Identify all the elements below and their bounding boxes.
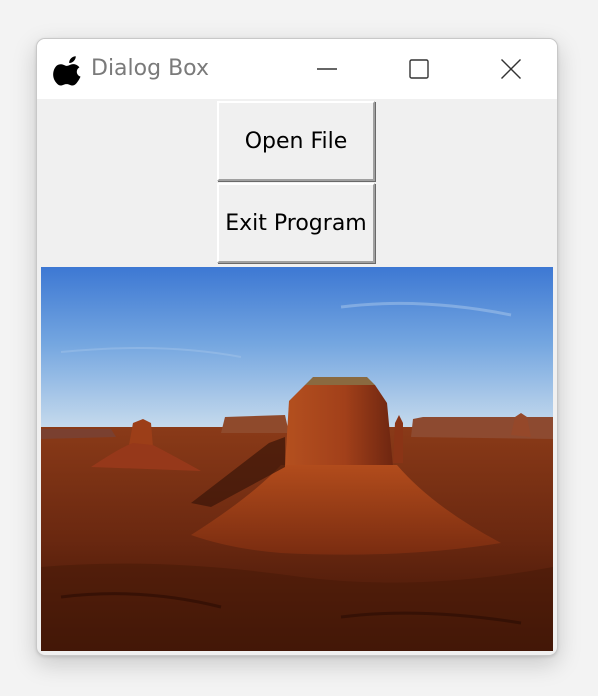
apple-icon	[53, 56, 81, 86]
desert-landscape-image	[41, 267, 553, 651]
maximize-icon	[409, 59, 429, 79]
dialog-window: Dialog Box Open File Exit Program	[36, 38, 558, 656]
close-icon	[501, 59, 521, 79]
minimize-button[interactable]	[281, 39, 373, 99]
maximize-button[interactable]	[373, 39, 465, 99]
window-title: Dialog Box	[91, 56, 209, 81]
title-bar[interactable]: Dialog Box	[37, 39, 557, 99]
close-button[interactable]	[465, 39, 557, 99]
minimize-icon	[317, 68, 337, 70]
open-file-button[interactable]: Open File	[217, 101, 375, 181]
exit-program-button[interactable]: Exit Program	[217, 183, 375, 263]
